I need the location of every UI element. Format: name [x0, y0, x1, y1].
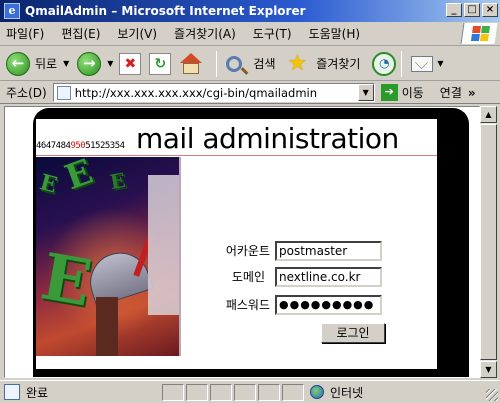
refresh-icon[interactable]: ↻	[149, 52, 172, 75]
go-arrow-icon[interactable]: ➔	[380, 84, 398, 101]
page-icon	[56, 85, 71, 100]
zone-text: 인터넷	[330, 385, 364, 400]
forward-arrow-icon[interactable]: →	[77, 51, 102, 76]
windows-logo-icon	[460, 23, 498, 44]
mail-dropdown-icon[interactable]: ▼	[437, 59, 443, 68]
globe-icon	[310, 385, 324, 399]
go-label[interactable]: 이동	[402, 84, 424, 101]
scroll-thumb[interactable]	[480, 124, 497, 360]
menu-view[interactable]: 보기(V)	[117, 25, 157, 42]
window-controls: _ □ ×	[446, 3, 498, 17]
letter-e-decoration: E	[36, 169, 60, 199]
menu-bar: 파일(F) 편집(E) 보기(V) 즐겨찾기(A) 도구(T) 도움말(H)	[0, 22, 500, 46]
title-bar: e QmailAdmin – Microsoft Internet Explor…	[0, 0, 500, 22]
page-done-icon	[4, 384, 20, 400]
resize-grip-icon[interactable]	[486, 389, 498, 401]
links-chevron-icon[interactable]: »	[468, 86, 476, 100]
links-label[interactable]: 연결	[440, 84, 462, 101]
back-dropdown-icon[interactable]: ▼	[63, 59, 69, 68]
domain-label: 도메인	[231, 270, 265, 284]
address-dropdown-icon[interactable]: ▼	[357, 84, 374, 101]
domain-input[interactable]: nextline.co.kr	[275, 267, 382, 287]
header-digits: 464748495051525354	[36, 141, 125, 151]
menu-favorites[interactable]: 즐겨찾기(A)	[174, 25, 236, 42]
password-label: 패스워드	[225, 298, 270, 312]
search-icon[interactable]	[226, 55, 243, 72]
favorites-star-icon[interactable]: ★	[288, 51, 308, 76]
login-button[interactable]: 로그인	[321, 323, 385, 343]
go-button[interactable]: ➔ 이동	[380, 84, 424, 101]
ie-logo-icon: e	[4, 3, 20, 19]
mailbox-illustration: E E E E	[36, 157, 179, 356]
vertical-scrollbar[interactable]: ▲ ▼	[480, 106, 497, 378]
letter-e-decoration: E	[59, 157, 98, 199]
menu-edit[interactable]: 편집(E)	[61, 25, 100, 42]
menu-help[interactable]: 도움말(H)	[309, 25, 361, 42]
minimize-button[interactable]: _	[446, 3, 462, 17]
page-content: 464748495051525354 mail administration E…	[4, 106, 480, 378]
header-divider	[36, 155, 437, 156]
page-title: mail administration	[136, 122, 399, 155]
status-bar: 완료 인터넷	[0, 380, 500, 403]
home-icon[interactable]	[179, 52, 203, 75]
address-bar: 주소(D) http://xxx.xxx.xxx.xxx/cgi-bin/qma…	[0, 82, 500, 104]
admin-panel: 464748495051525354 mail administration E…	[36, 119, 437, 369]
account-input[interactable]: postmaster	[275, 241, 382, 261]
stop-icon[interactable]: ✖	[119, 52, 142, 75]
back-button-label[interactable]: 뒤로	[35, 55, 57, 72]
maximize-button[interactable]: □	[464, 3, 480, 17]
status-text: 완료	[26, 385, 49, 400]
address-label: 주소(D)	[6, 86, 47, 100]
address-url[interactable]: http://xxx.xxx.xxx.xxx/cgi-bin/qmailadmi…	[75, 86, 317, 100]
back-arrow-icon[interactable]: ←	[6, 51, 30, 76]
account-label: 어카운트	[225, 244, 270, 258]
scroll-down-icon[interactable]: ▼	[480, 361, 497, 378]
favorites-button-label[interactable]: 즐겨찾기	[316, 55, 360, 72]
menu-file[interactable]: 파일(F)	[6, 25, 44, 42]
security-zone: 인터넷	[310, 384, 363, 401]
menu-tools[interactable]: 도구(T)	[253, 25, 292, 42]
letter-e-decoration: E	[108, 167, 128, 195]
close-button[interactable]: ×	[482, 3, 498, 17]
search-button-label[interactable]: 검색	[253, 55, 275, 72]
history-icon[interactable]: ◔	[372, 51, 397, 76]
toolbar-separator	[401, 50, 403, 77]
password-input[interactable]: ●●●●●●●●●	[275, 295, 382, 315]
forward-dropdown-icon[interactable]: ▼	[107, 59, 113, 68]
address-input[interactable]: http://xxx.xxx.xxx.xxx/cgi-bin/qmailadmi…	[52, 83, 375, 102]
toolbar: ← 뒤로 ▼ → ▼ ✖ ↻ 검색 ★ 즐겨찾기 ◔ ▼	[0, 47, 500, 81]
window-title: QmailAdmin – Microsoft Internet Explorer	[25, 4, 306, 18]
scroll-up-icon[interactable]: ▲	[480, 106, 497, 123]
mail-icon[interactable]	[411, 55, 434, 72]
toolbar-separator	[216, 50, 218, 77]
